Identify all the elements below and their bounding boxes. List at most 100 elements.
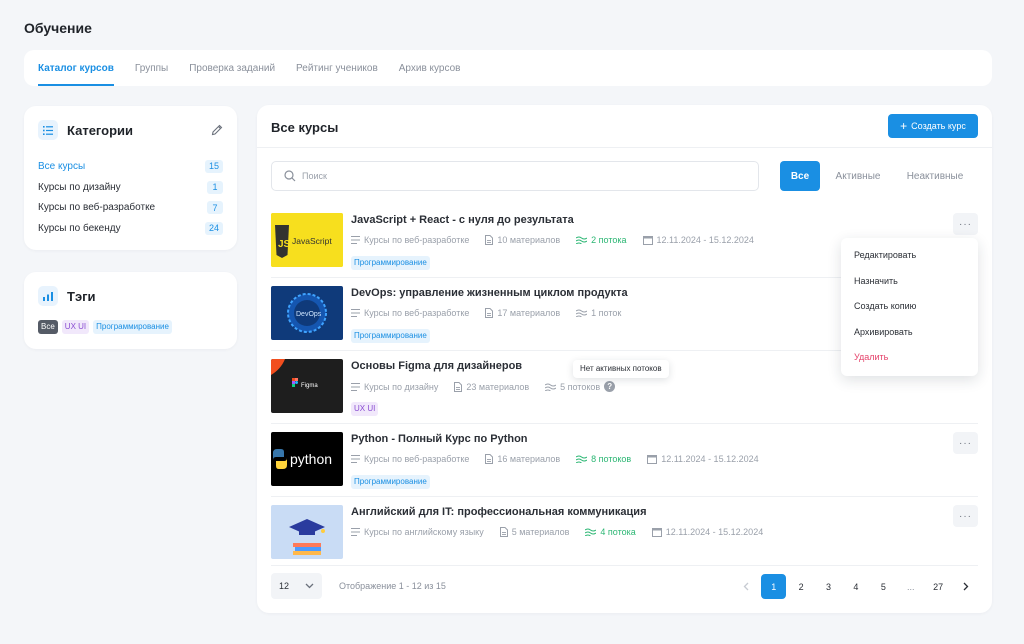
app-frame: Обучение Каталог курсов Группы Проверка … (0, 0, 1024, 644)
course-thumbnail: Figma (271, 359, 343, 413)
category-count: 1 (207, 180, 223, 194)
streams-text: 2 потока (591, 235, 627, 245)
tags-card: Тэги Все UX UI Программирование (24, 272, 237, 349)
page-button-3[interactable]: 3 (816, 574, 841, 599)
filter-all-button[interactable]: Все (780, 161, 820, 191)
per-page-value: 12 (279, 581, 290, 591)
svg-text:JS: JS (278, 239, 291, 250)
header-divider (257, 147, 992, 148)
calendar-icon (647, 455, 658, 464)
streams-icon (576, 455, 588, 463)
course-dates: 12.11.2024 - 15.12.2024 (642, 235, 754, 245)
streams-text: 5 потоков (560, 381, 601, 392)
chevron-right-icon (963, 582, 968, 591)
search-icon (284, 170, 296, 182)
streams-text: 4 потока (600, 527, 636, 537)
filter-active-button[interactable]: Активные (830, 161, 886, 191)
course-materials: 17 материалов (485, 308, 560, 318)
tooltip: Нет активных потоков (573, 360, 669, 378)
page-button-27[interactable]: 27 (926, 574, 951, 599)
tag-ux-ui[interactable]: UX UI (61, 320, 90, 334)
page-ellipsis: ... (906, 581, 915, 592)
course-category: Курсы по веб-разработке (351, 235, 469, 245)
category-label: Курсы по бекенду (38, 222, 121, 234)
course-tag: Программирование (351, 256, 430, 270)
tag-all[interactable]: Все (38, 320, 58, 334)
tag-programming[interactable]: Программирование (93, 320, 172, 334)
course-row: Английский для IT: профессиональная комм… (271, 498, 978, 570)
category-item-web[interactable]: Курсы по веб-разработке 7 (38, 197, 223, 218)
tags-title: Тэги (67, 288, 96, 304)
more-options-button[interactable]: ··· (953, 432, 978, 454)
per-page-select[interactable]: 12 (271, 573, 322, 599)
materials-text: 23 материалов (466, 381, 530, 392)
materials-text: 5 материалов (511, 527, 570, 537)
materials-text: 17 материалов (497, 308, 561, 318)
more-icon: ··· (959, 510, 972, 522)
page-button-2[interactable]: 2 (789, 574, 814, 599)
course-streams: 8 потоков (576, 454, 631, 464)
search-input[interactable] (302, 171, 722, 181)
page-button-5[interactable]: 5 (871, 574, 896, 599)
prev-page-button[interactable] (734, 574, 759, 599)
page-button-1[interactable]: 1 (761, 574, 787, 599)
streams-icon (545, 383, 557, 391)
course-streams: 5 потоков? (545, 381, 616, 392)
tab-groups[interactable]: Группы (135, 63, 168, 86)
tab-student-rating[interactable]: Рейтинг учеников (296, 63, 378, 86)
category-list: Все курсы 15 Курсы по дизайну 1 Курсы по в… (24, 140, 237, 239)
thumbnail-text: JavaScript (292, 236, 332, 246)
course-title[interactable]: JavaScript + React - с нуля до результат… (351, 214, 574, 226)
create-course-label: Создать курс (911, 121, 966, 131)
category-label: Курсы по дизайну (38, 181, 121, 193)
next-page-button[interactable] (953, 574, 978, 599)
tab-assignment-review[interactable]: Проверка заданий (189, 63, 275, 86)
calendar-icon (642, 236, 653, 245)
dates-text: 12.11.2024 - 15.12.2024 (665, 527, 764, 537)
materials-text: 10 материалов (497, 235, 561, 245)
course-title[interactable]: Python - Полный Курс по Python (351, 433, 528, 445)
course-materials: 5 материалов (499, 527, 570, 537)
course-thumbnail (271, 505, 343, 559)
course-category: Курсы по веб-разработке (351, 308, 469, 318)
row-divider (271, 423, 978, 424)
course-materials: 16 материалов (485, 454, 560, 464)
course-streams: 2 потока (576, 235, 627, 245)
course-title[interactable]: Английский для IT: профессиональная комм… (351, 506, 647, 518)
file-icon (499, 527, 508, 537)
menu-item-assign[interactable]: Назначить (841, 269, 978, 295)
course-streams: 4 потока (585, 527, 636, 537)
menu-item-duplicate[interactable]: Создать копию (841, 294, 978, 320)
row-divider (271, 496, 978, 497)
course-tag: UX UI (351, 402, 379, 416)
question-icon[interactable]: ? (604, 381, 616, 392)
more-icon: ··· (959, 437, 972, 449)
menu-item-archive[interactable]: Архивировать (841, 320, 978, 346)
more-options-button[interactable]: ··· (953, 505, 978, 527)
category-item-design[interactable]: Курсы по дизайну 1 (38, 177, 223, 198)
category-count: 24 (204, 221, 223, 235)
thumbnail-text: python (290, 451, 332, 467)
course-title[interactable]: DevOps: управление жизненным циклом прод… (351, 287, 628, 299)
course-title[interactable]: Основы Figma для дизайнеров (351, 360, 522, 372)
tab-course-catalog[interactable]: Каталог курсов (38, 63, 114, 86)
streams-text: 8 потоков (591, 454, 632, 464)
tab-course-archive[interactable]: Архив курсов (399, 63, 461, 86)
course-materials: 10 материалов (485, 235, 560, 245)
more-options-button[interactable]: ··· (953, 213, 978, 235)
category-text: Курсы по английскому языку (364, 527, 484, 537)
page-button-4[interactable]: 4 (843, 574, 868, 599)
pencil-icon[interactable] (211, 124, 223, 136)
menu-item-edit[interactable]: Редактировать (841, 243, 978, 269)
pagination: 1 2 3 4 5 ... 27 (731, 574, 978, 599)
create-course-button[interactable]: + Создать курс (888, 114, 978, 138)
calendar-icon (651, 528, 662, 537)
category-item-backend[interactable]: Курсы по бекенду 24 (38, 218, 223, 239)
materials-text: 16 материалов (497, 454, 561, 464)
category-item-all[interactable]: Все курсы 15 (38, 156, 223, 177)
dates-text: 12.11.2024 - 15.12.2024 (656, 235, 754, 245)
category-count: 7 (207, 201, 223, 215)
filter-inactive-button[interactable]: Неактивные (902, 161, 968, 191)
menu-item-delete[interactable]: Удалить (841, 345, 978, 371)
course-meta: Курсы по веб-разработке 16 материалов 8 … (351, 454, 775, 464)
